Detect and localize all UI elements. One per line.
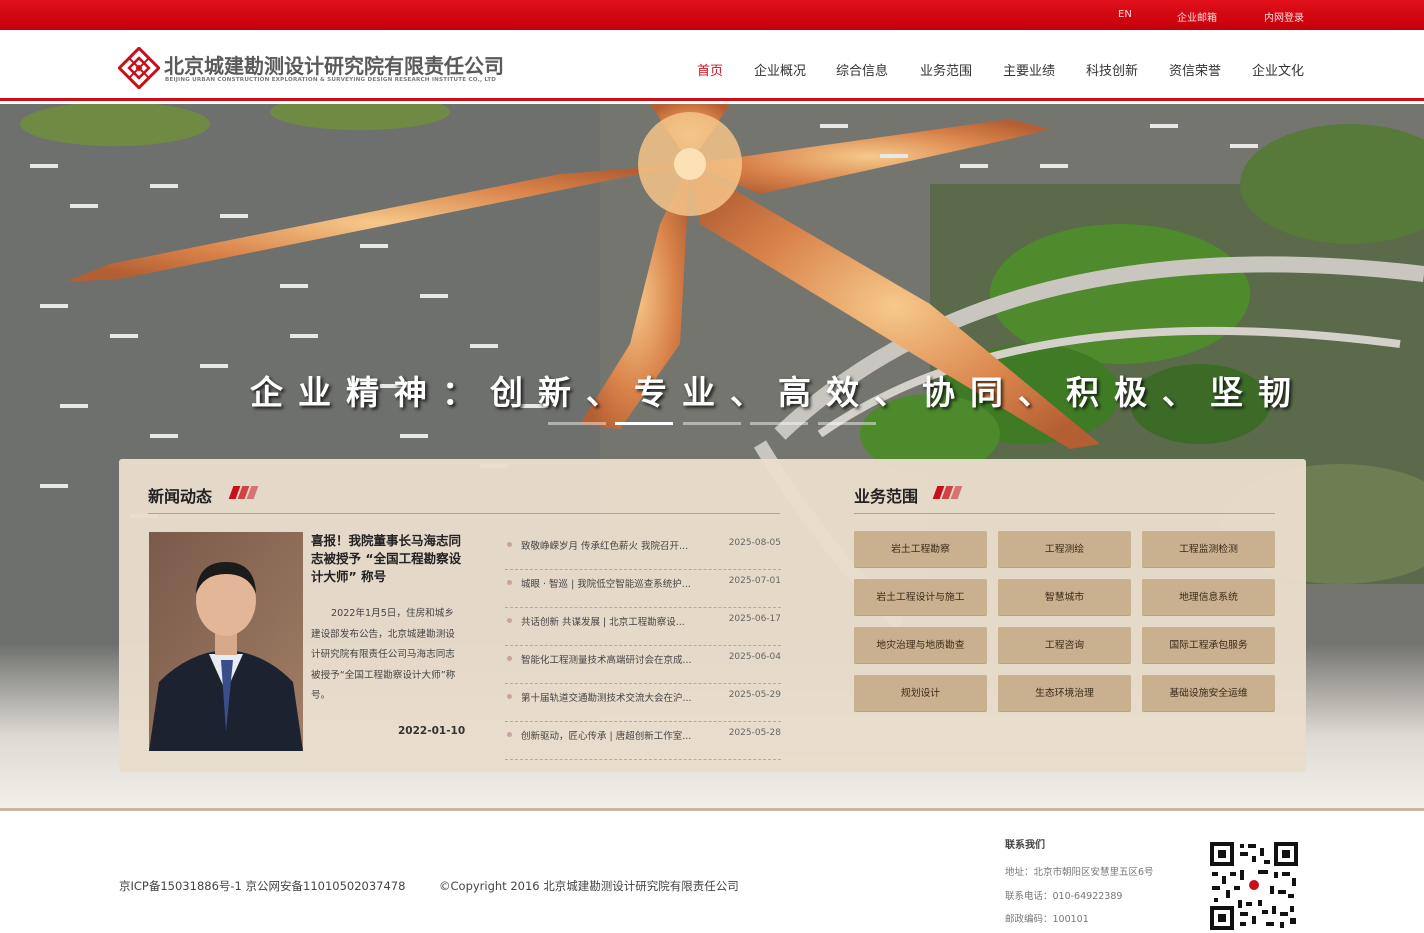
english-link[interactable]: EN <box>1118 9 1132 20</box>
slide-dot-2[interactable] <box>615 422 673 425</box>
news-item-title[interactable]: 致敬峥嵘岁月 传承红色薪火 我院召开... <box>521 538 711 552</box>
business-item-consulting[interactable]: 工程咨询 <box>998 627 1131 664</box>
news-item-title[interactable]: 第十届轨道交通勘测技术交流大会在沪... <box>521 690 711 704</box>
news-item-date: 2025-05-29 <box>728 690 781 700</box>
nav-honors[interactable]: 资信荣誉 <box>1169 60 1221 79</box>
company-logo-icon[interactable] <box>118 47 160 89</box>
featured-news-date: 2022-01-10 <box>398 725 466 737</box>
business-item-international[interactable]: 国际工程承包服务 <box>1142 627 1275 664</box>
news-item[interactable]: 第十届轨道交通勘测技术交流大会在沪... 2025-05-29 <box>505 684 781 722</box>
bullet-icon <box>507 732 512 737</box>
business-section-title[interactable]: 业务范围 <box>854 483 918 507</box>
content-panel: 新闻动态 喜报！我院董事长马海志同志被授予 “全国工程勘察设计大师” 称号 20… <box>119 459 1306 772</box>
news-title-stripes-icon <box>228 486 263 499</box>
contact-address: 地址：北京市朝阳区安慧里五区6号 <box>1005 867 1154 878</box>
featured-news-summary: 2022年1月5日，住房和城乡建设部发布公告，北京城建勘测设计研究院有限责任公司… <box>311 608 456 701</box>
news-divider <box>148 513 780 514</box>
news-item-title[interactable]: 创新驱动，匠心传承 | 唐超创新工作室... <box>521 728 711 742</box>
business-item-engineering-surveying[interactable]: 工程测绘 <box>998 531 1131 568</box>
copyright: ©Copyright 2016 北京城建勘测设计研究院有限责任公司 <box>439 879 739 893</box>
nav-general-info[interactable]: 综合信息 <box>836 60 888 79</box>
business-item-monitoring-testing[interactable]: 工程监测检测 <box>1142 531 1275 568</box>
featured-news-photo[interactable] <box>149 532 303 751</box>
top-bar: EN 企业邮箱 内网登录 <box>0 0 1424 30</box>
news-item-title[interactable]: 城眼 · 智巡 | 我院低空智能巡查系统护... <box>521 576 711 590</box>
news-item-date: 2025-05-28 <box>728 728 781 738</box>
nav-company-overview[interactable]: 企业概况 <box>754 60 806 79</box>
company-name: 北京城建勘测设计研究院有限责任公司 <box>164 54 504 78</box>
nav-business-scope[interactable]: 业务范围 <box>920 60 972 79</box>
intranet-login-link[interactable]: 内网登录 <box>1264 9 1304 24</box>
news-item[interactable]: 创新驱动，匠心传承 | 唐超创新工作室... 2025-05-28 <box>505 722 781 760</box>
news-section-title[interactable]: 新闻动态 <box>148 483 212 507</box>
footer: 京ICP备15031886号-1 京公网安备11010502037478 ©Co… <box>0 811 1424 933</box>
business-item-geotechnical-design[interactable]: 岩土工程设计与施工 <box>854 579 987 616</box>
news-item[interactable]: 智能化工程测量技术高端研讨会在京成... 2025-06-04 <box>505 646 781 684</box>
business-item-geotechnical-survey[interactable]: 岩土工程勘察 <box>854 531 987 568</box>
news-item-title[interactable]: 智能化工程测量技术高端研讨会在京成... <box>521 652 711 666</box>
bullet-icon <box>507 656 512 661</box>
news-item-date: 2025-08-05 <box>728 538 781 548</box>
business-item-smart-city[interactable]: 智慧城市 <box>998 579 1131 616</box>
bullet-icon <box>507 542 512 547</box>
company-name-english: BEIJING URBAN CONSTRUCTION EXPLORATION &… <box>165 77 497 83</box>
enterprise-email-link[interactable]: 企业邮箱 <box>1177 9 1217 24</box>
slide-dot-3[interactable] <box>683 422 741 425</box>
business-item-infrastructure-ops[interactable]: 基础设施安全运维 <box>1142 675 1275 712</box>
news-item-date: 2025-06-04 <box>728 652 781 662</box>
contact-postcode: 邮政编码：100101 <box>1005 914 1089 925</box>
news-item[interactable]: 致敬峥嵘岁月 传承红色薪火 我院召开... 2025-08-05 <box>505 532 781 570</box>
featured-news-title[interactable]: 喜报！我院董事长马海志同志被授予 “全国工程勘察设计大师” 称号 <box>311 532 466 586</box>
bullet-icon <box>507 618 512 623</box>
news-item-date: 2025-06-17 <box>728 614 781 624</box>
business-divider <box>854 513 1275 514</box>
business-item-ecology[interactable]: 生态环境治理 <box>998 675 1131 712</box>
slide-dot-4[interactable] <box>750 422 808 425</box>
icp-record[interactable]: 京ICP备15031886号-1 京公网安备11010502037478 <box>119 878 405 894</box>
business-item-planning[interactable]: 规划设计 <box>854 675 987 712</box>
nav-corporate-culture[interactable]: 企业文化 <box>1252 60 1304 79</box>
qr-code-icon <box>1210 842 1298 930</box>
news-item-title[interactable]: 共话创新 共谋发展 | 北京工程勘察设... <box>521 614 711 628</box>
business-title-stripes-icon <box>932 486 967 499</box>
nav-tech-innovation[interactable]: 科技创新 <box>1086 60 1138 79</box>
news-item[interactable]: 共话创新 共谋发展 | 北京工程勘察设... 2025-06-17 <box>505 608 781 646</box>
bullet-icon <box>507 694 512 699</box>
contact-phone: 联系电话：010-64922389 <box>1005 891 1123 902</box>
contact-title: 联系我们 <box>1005 840 1045 851</box>
banner-slogan: 企业精神：创新、专业、高效、协同、积极、坚韧 <box>250 373 1306 412</box>
business-item-gis[interactable]: 地理信息系统 <box>1142 579 1275 616</box>
news-item-date: 2025-07-01 <box>728 576 781 586</box>
slide-dot-1[interactable] <box>548 422 606 425</box>
header: 北京城建勘测设计研究院有限责任公司 BEIJING URBAN CONSTRUC… <box>0 30 1424 101</box>
news-item[interactable]: 城眼 · 智巡 | 我院低空智能巡查系统护... 2025-07-01 <box>505 570 781 608</box>
slide-dot-5[interactable] <box>818 422 876 425</box>
bullet-icon <box>507 580 512 585</box>
business-item-geohazard[interactable]: 地灾治理与地质勘查 <box>854 627 987 664</box>
nav-home[interactable]: 首页 <box>697 60 723 79</box>
nav-main-achievements[interactable]: 主要业绩 <box>1003 60 1055 79</box>
